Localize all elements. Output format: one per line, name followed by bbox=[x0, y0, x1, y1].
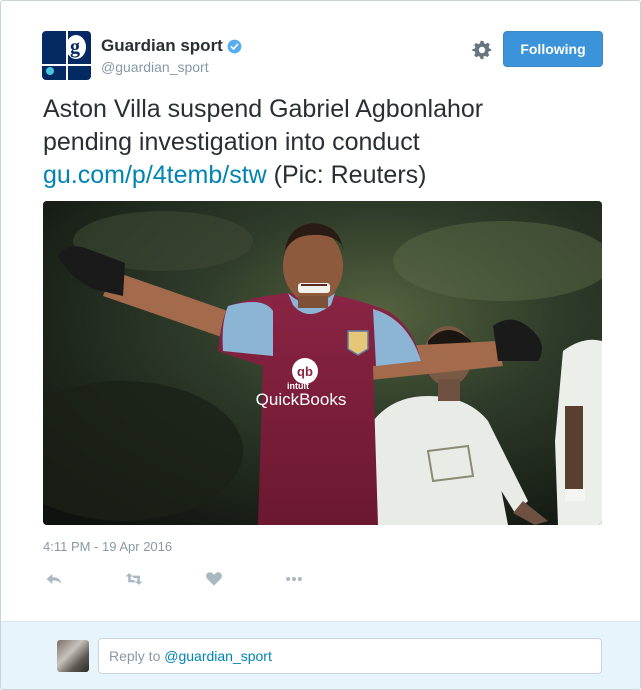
tweet-timestamp[interactable]: 4:11 PM - 19 Apr 2016 bbox=[43, 539, 172, 554]
like-icon[interactable] bbox=[203, 569, 225, 589]
avatar-letter: g bbox=[70, 36, 80, 58]
gear-icon[interactable] bbox=[471, 39, 493, 61]
tweet-text-line: Aston Villa suspend Gabriel Agbonlahor bbox=[43, 95, 484, 123]
reply-icon[interactable] bbox=[43, 569, 65, 589]
football-player-photo: qb intuit QuickBooks bbox=[43, 201, 602, 525]
tweet-link-suffix: (Pic: Reuters) bbox=[266, 161, 427, 189]
profile-avatar[interactable]: g bbox=[42, 31, 91, 80]
sponsor-quickbooks: QuickBooks bbox=[256, 390, 347, 409]
account-handle[interactable]: @guardian_sport bbox=[101, 59, 209, 75]
reply-input[interactable]: Reply to @guardian_sport bbox=[98, 638, 602, 674]
retweet-icon[interactable] bbox=[123, 569, 145, 589]
verified-badge-icon bbox=[227, 39, 242, 53]
reply-mention: @guardian_sport bbox=[164, 648, 272, 664]
tweet-text-line: pending investigation into conduct bbox=[43, 128, 420, 156]
tweet-photo[interactable]: qb intuit QuickBooks bbox=[43, 201, 602, 525]
tweet-card: g Guardian sport @guardian_sport Followi… bbox=[0, 0, 641, 690]
reply-bar: Reply to @guardian_sport bbox=[1, 621, 640, 689]
more-icon[interactable] bbox=[283, 569, 305, 589]
tweet-text: Aston Villa suspend Gabriel Agbonlahor p… bbox=[43, 93, 603, 192]
sponsor-logo: qb bbox=[297, 364, 313, 379]
tweet-link[interactable]: gu.com/p/4temb/stw bbox=[43, 161, 267, 189]
user-avatar bbox=[57, 640, 89, 672]
reply-prefix: Reply to bbox=[109, 648, 165, 664]
account-name[interactable]: Guardian sport bbox=[101, 36, 223, 56]
following-button[interactable]: Following bbox=[503, 31, 603, 67]
